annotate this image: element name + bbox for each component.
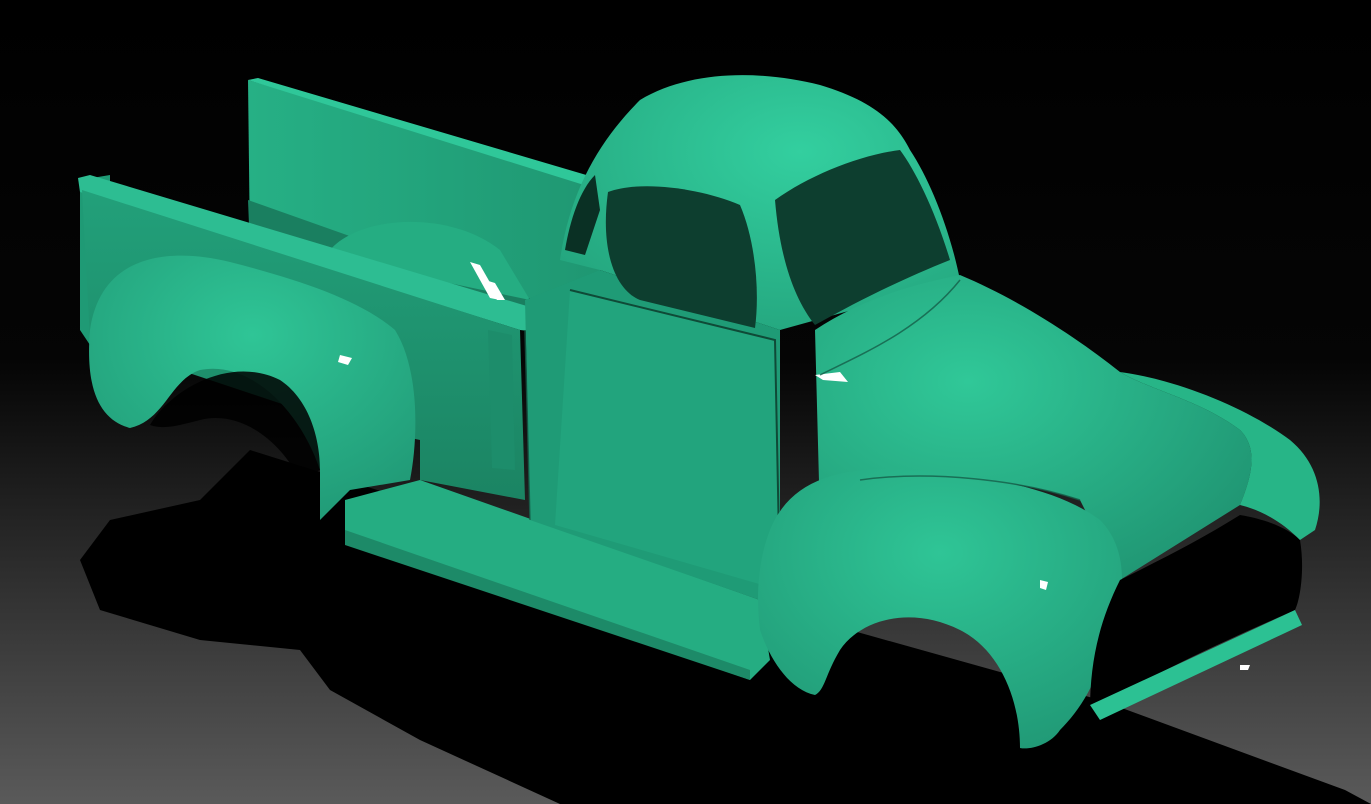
truck-render [0,0,1371,804]
3d-viewport[interactable] [0,0,1371,804]
bed-stake-pocket [488,330,515,470]
